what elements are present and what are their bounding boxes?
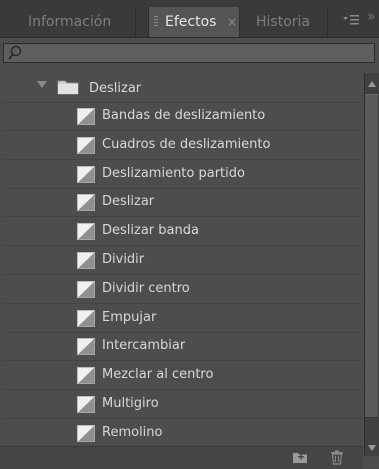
- effect-label: Deslizamiento partido: [102, 165, 245, 181]
- effect-list-item[interactable]: Deslizamiento partido: [3, 161, 363, 189]
- trash-icon[interactable]: [330, 450, 344, 465]
- effect-label: Bandas de deslizamiento: [102, 108, 266, 123]
- tab-efectos[interactable]: Efectos ×: [148, 7, 240, 37]
- effect-list-item[interactable]: Bandas de deslizamiento: [3, 103, 363, 131]
- folder-row-deslizar[interactable]: Deslizar: [3, 73, 363, 103]
- search-field[interactable]: [3, 43, 375, 63]
- tab-label: Historia: [256, 14, 310, 30]
- transition-effect-icon: [77, 424, 95, 442]
- effect-list-item[interactable]: Multigiro: [3, 391, 363, 419]
- effect-label: Remolino: [102, 424, 163, 440]
- effect-label: Mezclar al centro: [102, 367, 214, 383]
- transition-effect-icon: [77, 367, 95, 385]
- transition-effect-icon: [77, 280, 95, 298]
- transition-effect-icon: [77, 165, 95, 183]
- scrollbar-thumb[interactable]: [365, 94, 378, 418]
- transition-effect-icon: [77, 338, 95, 356]
- search-icon: [8, 45, 22, 60]
- transition-effect-icon: [77, 309, 95, 327]
- effect-list-item[interactable]: Dividir centro: [3, 276, 363, 304]
- transition-effect-icon: [77, 252, 95, 269]
- transition-effect-icon: [77, 136, 95, 154]
- transition-effect-icon: [77, 396, 95, 413]
- effect-list-item[interactable]: Deslizar: [3, 189, 363, 218]
- effect-label: Cuadros de deslizamiento: [102, 136, 271, 152]
- effects-panel: Información Efectos × Historia » Desliza…: [0, 0, 379, 469]
- tab-grip-icon[interactable]: [154, 16, 158, 28]
- effect-list-item[interactable]: Dividir: [3, 247, 363, 275]
- tab-label: Efectos: [165, 14, 217, 30]
- effect-label: Multigiro: [102, 396, 159, 411]
- tab-informacion[interactable]: Información: [18, 7, 136, 37]
- effects-list: Deslizar Bandas de deslizamiento Cuadros …: [3, 73, 363, 445]
- scroll-up-arrow-icon[interactable]: [368, 81, 376, 87]
- tab-bar: Información Efectos × Historia »: [0, 0, 379, 38]
- close-icon[interactable]: ×: [227, 7, 237, 37]
- tabs-overflow-icon[interactable]: »: [367, 9, 376, 25]
- effect-list-item[interactable]: Empujar: [3, 305, 363, 333]
- effect-label: Deslizar: [102, 194, 155, 210]
- effect-list-item[interactable]: Mezclar al centro: [3, 362, 363, 391]
- transition-effect-icon: [77, 108, 95, 125]
- tab-historia[interactable]: Historia: [248, 7, 328, 37]
- folder-label: Deslizar: [89, 81, 142, 96]
- expand-triangle-icon[interactable]: [37, 81, 47, 88]
- effect-label: Deslizar banda: [102, 223, 199, 239]
- panel-footer: [0, 446, 363, 469]
- vertical-scrollbar[interactable]: [364, 73, 379, 456]
- effect-list-item[interactable]: Deslizar banda: [3, 218, 363, 247]
- scroll-down-arrow-icon[interactable]: [368, 445, 376, 451]
- tab-label: Información: [28, 14, 112, 30]
- folder-icon: [57, 80, 79, 95]
- transition-effect-icon: [77, 223, 95, 241]
- search-input[interactable]: [26, 45, 366, 61]
- effect-label: Dividir: [102, 252, 145, 267]
- effect-label: Empujar: [102, 309, 157, 325]
- effect-label: Intercambiar: [102, 338, 186, 354]
- effect-list-item[interactable]: Intercambiar: [3, 333, 363, 362]
- effect-label: Dividir centro: [102, 280, 190, 296]
- new-bin-icon[interactable]: [292, 450, 308, 464]
- effect-list-item[interactable]: Cuadros de deslizamiento: [3, 132, 363, 160]
- transition-effect-icon: [77, 194, 95, 212]
- effect-list-item[interactable]: Remolino: [3, 420, 363, 445]
- panel-menu-icon[interactable]: [338, 12, 364, 32]
